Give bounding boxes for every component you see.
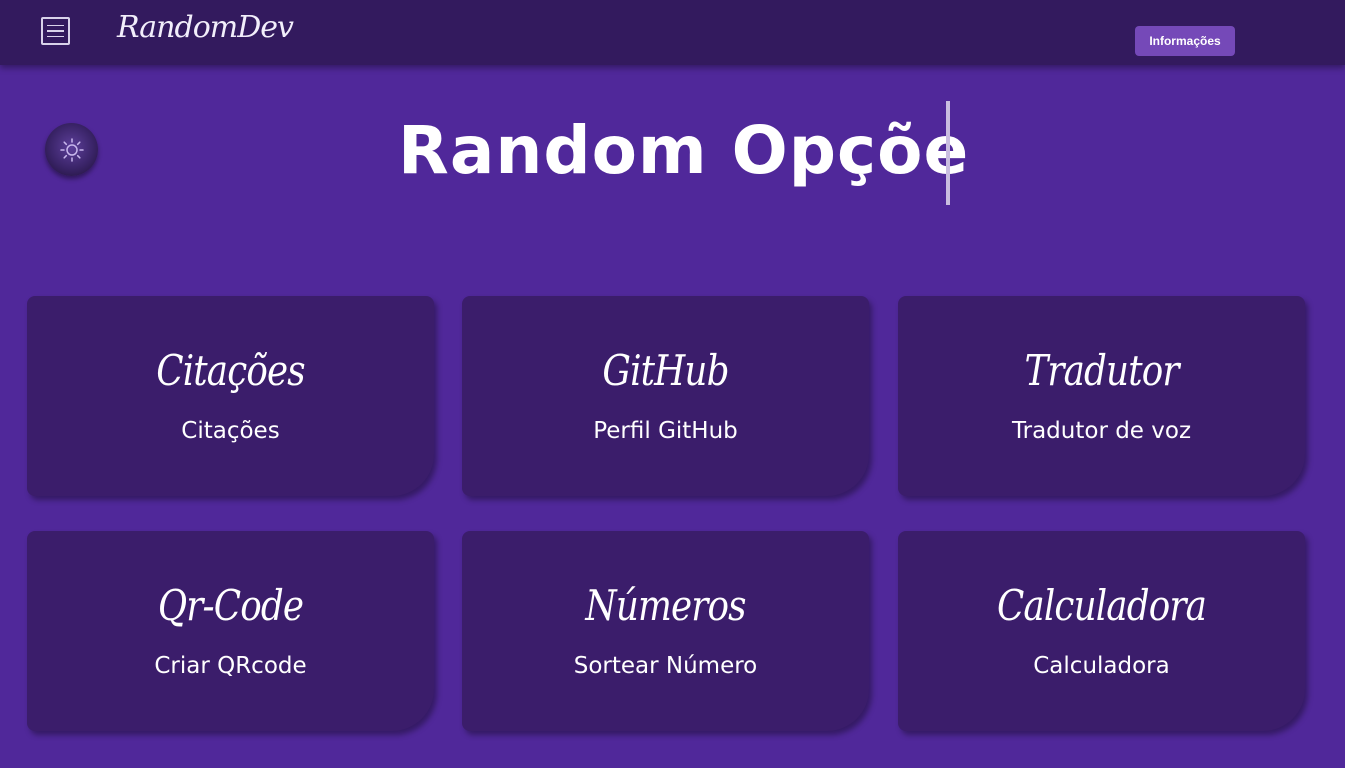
card-script-title: Calculadora	[996, 581, 1207, 630]
card-script-title: Citações	[156, 346, 305, 395]
card-script-title: Números	[585, 581, 746, 630]
card-label: Tradutor de voz	[1011, 418, 1192, 444]
card-citacoes[interactable]: Citações Citações	[27, 296, 434, 496]
card-script-title: Qr-Code	[157, 581, 304, 630]
card-label: Sortear Número	[573, 653, 758, 679]
card-github[interactable]: GitHub Perfil GitHub	[462, 296, 869, 496]
card-label: Calculadora	[1033, 653, 1170, 679]
card-qrcode[interactable]: Qr-Code Criar QRcode	[27, 531, 434, 731]
card-script-title: Tradutor	[1024, 346, 1179, 395]
card-script-title: GitHub	[602, 346, 729, 395]
site-logo[interactable]: RandomDev	[117, 10, 294, 45]
info-button[interactable]: Informações	[1135, 26, 1235, 56]
card-label: Criar QRcode	[154, 653, 307, 679]
typing-caret	[946, 101, 950, 205]
hamburger-menu-icon[interactable]	[41, 17, 70, 45]
theme-toggle-button[interactable]	[45, 123, 98, 176]
card-calculadora[interactable]: Calculadora Calculadora	[898, 531, 1305, 731]
card-numeros[interactable]: Números Sortear Número	[462, 531, 869, 731]
card-label: Perfil GitHub	[593, 418, 738, 444]
card-label: Citações	[181, 418, 280, 444]
sun-icon	[59, 137, 84, 162]
card-tradutor[interactable]: Tradutor Tradutor de voz	[898, 296, 1305, 496]
top-navbar: RandomDev Informações	[0, 0, 1345, 65]
page-title: Random Opçõe	[398, 112, 970, 189]
